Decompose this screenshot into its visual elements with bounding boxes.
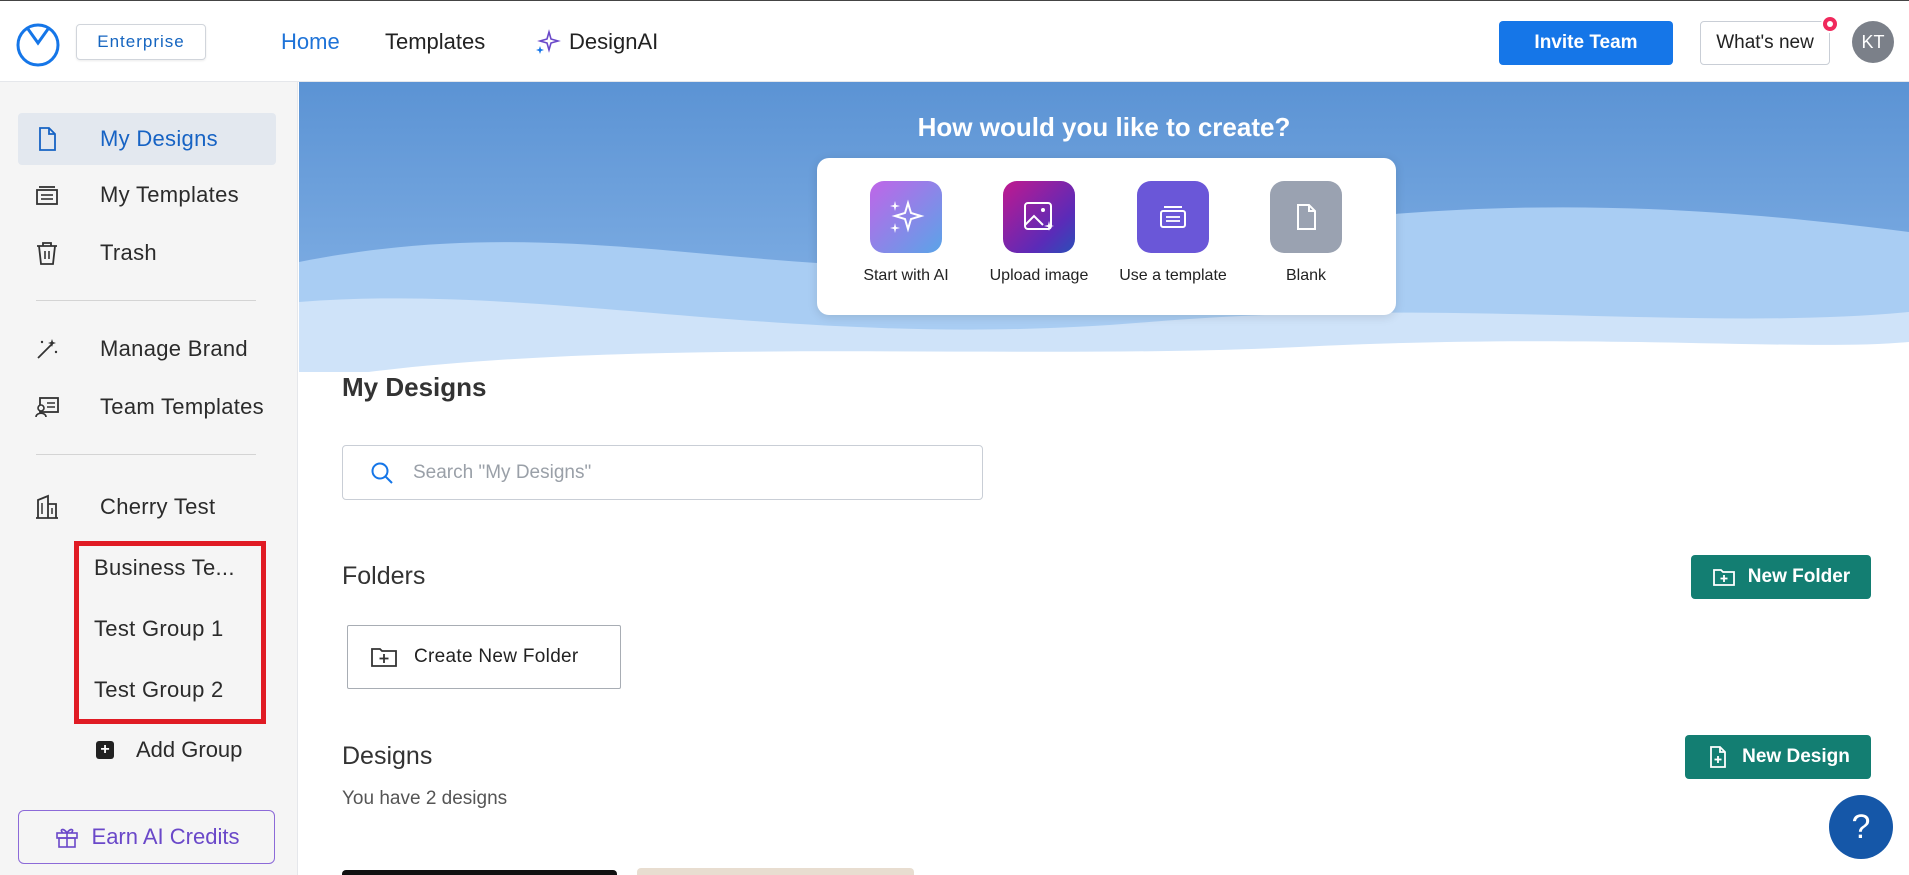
add-group-label: Add Group: [136, 737, 243, 762]
designs-title: Designs: [342, 742, 433, 770]
help-button[interactable]: ?: [1829, 795, 1893, 859]
app-logo-icon[interactable]: [14, 19, 62, 67]
plus-icon: +: [96, 741, 114, 759]
magic-wand-icon: [32, 334, 62, 364]
sidebar-item-label: My Templates: [100, 182, 239, 207]
search-icon: [371, 462, 393, 484]
folder-plus-icon: [371, 648, 397, 667]
nav-designai[interactable]: DesignAI: [535, 29, 658, 55]
new-design-button[interactable]: New Design: [1685, 735, 1871, 779]
sidebar-item-cherry-test[interactable]: Cherry Test: [18, 481, 276, 533]
sparkles-icon: [536, 29, 561, 54]
sidebar-item-my-templates[interactable]: My Templates: [18, 169, 276, 221]
start-with-ai-option[interactable]: Start with AI: [841, 181, 971, 285]
create-options-card: Start with AI Upload image Use a templat…: [817, 158, 1396, 315]
earn-ai-credits-label: Earn AI Credits: [91, 824, 240, 849]
templates-icon: [32, 180, 62, 210]
document-icon: [32, 124, 62, 154]
sidebar-item-team-templates[interactable]: Team Templates: [18, 381, 276, 433]
folder-plus-icon: [1712, 569, 1735, 586]
sidebar-item-label: Trash: [100, 240, 157, 265]
folders-title: Folders: [342, 562, 426, 590]
design-thumbnail[interactable]: [342, 870, 617, 875]
highlight-annotation-box: [74, 541, 266, 724]
upload-image-option[interactable]: Upload image: [974, 181, 1104, 285]
earn-ai-credits-button[interactable]: Earn AI Credits: [18, 810, 275, 864]
new-design-label: New Design: [1742, 746, 1850, 767]
sidebar-divider: [36, 300, 256, 301]
option-label: Blank: [1285, 267, 1327, 284]
invite-team-button[interactable]: Invite Team: [1499, 21, 1673, 65]
plan-badge: Enterprise: [76, 24, 206, 60]
sidebar-item-label: Manage Brand: [100, 336, 248, 361]
avatar[interactable]: KT: [1852, 21, 1894, 63]
new-folder-label: New Folder: [1747, 566, 1851, 587]
nav-templates[interactable]: Templates: [385, 29, 485, 55]
nav-home[interactable]: Home: [281, 29, 340, 55]
hero-title: How would you like to create?: [917, 112, 1291, 142]
new-folder-button[interactable]: New Folder: [1691, 555, 1871, 599]
sidebar-item-label: Team Templates: [100, 394, 264, 419]
blank-option[interactable]: Blank: [1241, 181, 1371, 285]
option-label: Upload image: [989, 267, 1089, 284]
search-box[interactable]: [342, 445, 983, 500]
team-templates-icon: [32, 392, 62, 422]
template-icon: [1137, 181, 1209, 253]
blank-page-icon: [1270, 181, 1342, 253]
page-title: My Designs: [342, 372, 487, 402]
search-input[interactable]: [413, 461, 953, 484]
notification-dot: [1821, 15, 1839, 33]
sidebar-item-manage-brand[interactable]: Manage Brand: [18, 323, 276, 375]
sparkles-icon: [870, 181, 942, 253]
designs-count-text: You have 2 designs: [342, 788, 508, 809]
sidebar-item-trash[interactable]: Trash: [18, 227, 276, 279]
use-a-template-option[interactable]: Use a template: [1108, 181, 1238, 285]
option-label: Use a template: [1119, 267, 1227, 284]
sidebar-item-label: Cherry Test: [100, 494, 216, 519]
create-new-folder-label: Create New Folder: [414, 646, 579, 667]
option-label: Start with AI: [863, 267, 949, 284]
sidebar-divider: [36, 454, 256, 455]
design-thumbnail[interactable]: [637, 868, 914, 875]
gift-icon: [55, 828, 78, 848]
create-new-folder-button[interactable]: Create New Folder: [347, 625, 621, 689]
sidebar-item-my-designs[interactable]: My Designs: [18, 113, 276, 165]
nav-designai-label: DesignAI: [569, 29, 659, 54]
top-bar: Enterprise Home Templates DesignAI Invit…: [0, 0, 1909, 82]
building-icon: [32, 492, 62, 522]
sidebar-item-label: My Designs: [100, 126, 218, 151]
whats-new-button[interactable]: What's new: [1700, 21, 1830, 65]
document-plus-icon: [1710, 746, 1727, 768]
add-group-button[interactable]: + Add Group: [96, 737, 242, 763]
image-upload-icon: [1003, 181, 1075, 253]
trash-icon: [32, 238, 62, 268]
